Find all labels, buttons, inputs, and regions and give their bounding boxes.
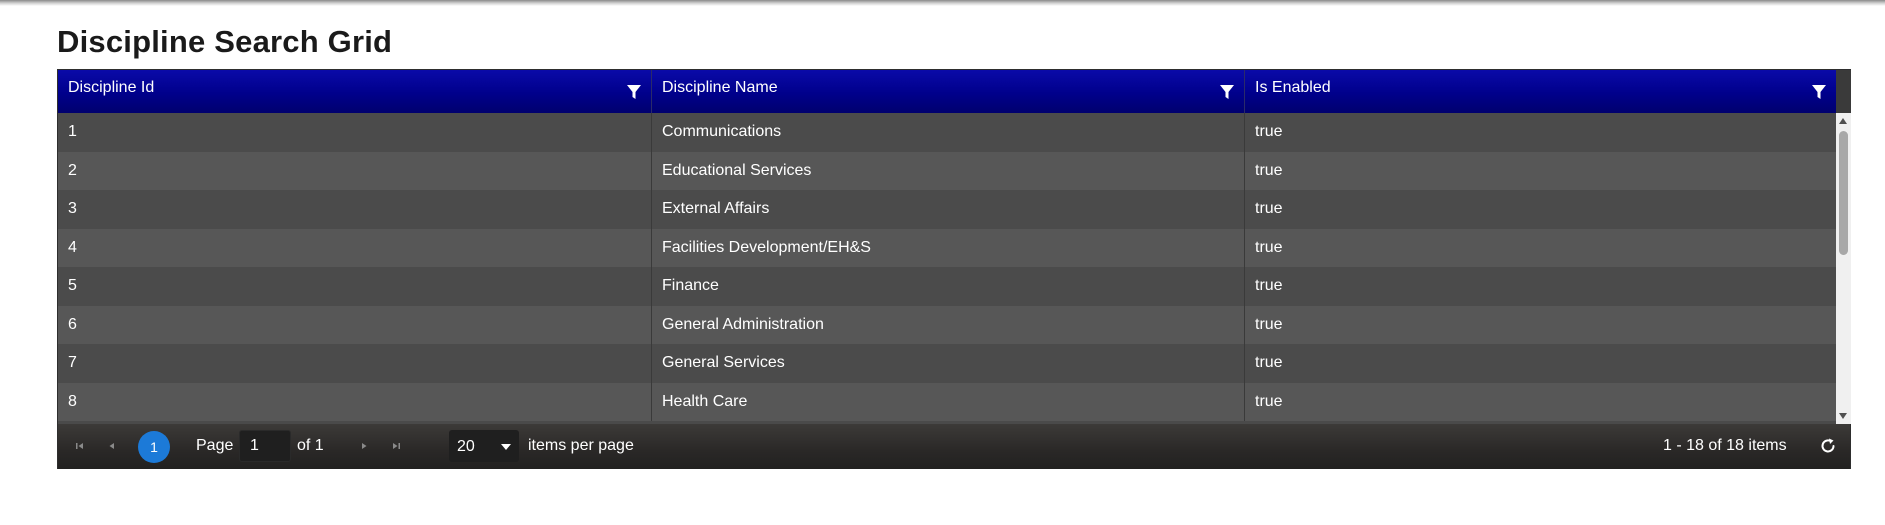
cell-discipline-name: Finance [652, 267, 1245, 306]
header-gutter [1836, 70, 1851, 113]
column-header-discipline-id[interactable]: Discipline Id [58, 70, 652, 113]
scroll-down-arrow-icon[interactable] [1839, 413, 1847, 419]
cell-discipline-name: Facilities Development/EH&S [652, 228, 1245, 267]
page-title: Discipline Search Grid [57, 24, 393, 59]
cell-discipline-name: Communications [652, 113, 1245, 152]
cell-is-enabled: true [1255, 123, 1283, 140]
grid-pager: 1 Page 1 of 1 20 items per page 1 - 18 o… [58, 424, 1850, 469]
filter-icon[interactable] [1812, 84, 1826, 100]
pager-summary: 1 - 18 of 18 items [1663, 437, 1787, 454]
cell-is-enabled: true [1255, 200, 1283, 217]
table-row[interactable]: 6 General Administration true [58, 305, 1836, 344]
scrollbar-thumb[interactable] [1839, 131, 1848, 255]
cell-is-enabled: true [1255, 392, 1283, 410]
current-page-button[interactable]: 1 [138, 431, 170, 463]
cell-is-enabled: true [1255, 315, 1283, 333]
table-row[interactable]: 8 Health Care true [58, 382, 1836, 421]
page-number-input[interactable]: 1 [239, 430, 291, 462]
items-per-page-label: items per page [528, 437, 634, 454]
refresh-icon[interactable] [1818, 436, 1838, 456]
cell-discipline-id: 8 [58, 382, 652, 421]
cell-discipline-id: 6 [58, 305, 652, 344]
table-row[interactable]: 2 Educational Services true [58, 151, 1836, 190]
cell-discipline-name: General Services [652, 344, 1245, 383]
next-page-button[interactable] [350, 432, 378, 460]
page-of-label: of 1 [297, 437, 324, 454]
cell-is-enabled: true [1255, 354, 1283, 371]
column-header-is-enabled[interactable]: Is Enabled [1245, 70, 1836, 113]
page-size-value: 20 [457, 438, 475, 455]
cell-discipline-name: Educational Services [652, 151, 1245, 190]
page-label: Page [196, 437, 234, 454]
page-size-dropdown[interactable]: 20 [449, 430, 519, 462]
last-page-icon [393, 443, 400, 449]
next-page-icon [362, 443, 367, 449]
filter-icon[interactable] [627, 84, 641, 100]
cell-discipline-id: 3 [58, 190, 652, 229]
scroll-up-arrow-icon[interactable] [1839, 118, 1847, 124]
grid-body: 1 Communications true 2 Educational Serv… [58, 113, 1836, 424]
cell-is-enabled: true [1255, 277, 1283, 294]
cell-discipline-name: General Administration [652, 305, 1245, 344]
discipline-grid: Discipline Id Discipline Name Is Enabled… [57, 69, 1851, 469]
column-header-label: Discipline Name [662, 79, 778, 96]
previous-page-icon [109, 443, 114, 449]
top-shadow [0, 0, 1885, 6]
column-header-discipline-name[interactable]: Discipline Name [652, 70, 1245, 113]
filter-icon[interactable] [1220, 84, 1234, 100]
previous-page-button[interactable] [98, 432, 126, 460]
last-page-button[interactable] [382, 432, 410, 460]
cell-discipline-name: Health Care [652, 382, 1245, 421]
cell-discipline-id: 2 [58, 151, 652, 190]
cell-discipline-id: 5 [58, 267, 652, 306]
cell-is-enabled: true [1255, 238, 1283, 256]
vertical-scrollbar[interactable] [1836, 113, 1851, 424]
first-page-button[interactable] [66, 432, 94, 460]
cell-discipline-id: 7 [58, 344, 652, 383]
first-page-icon [76, 443, 83, 449]
chevron-down-icon [501, 444, 511, 450]
table-row[interactable]: 3 External Affairs true [58, 190, 1836, 229]
table-row[interactable]: 7 General Services true [58, 344, 1836, 383]
table-row[interactable]: 4 Facilities Development/EH&S true [58, 228, 1836, 267]
column-header-label: Is Enabled [1255, 79, 1331, 96]
cell-is-enabled: true [1255, 161, 1283, 179]
grid-header: Discipline Id Discipline Name Is Enabled [58, 70, 1836, 113]
table-row[interactable]: 5 Finance true [58, 267, 1836, 306]
column-header-label: Discipline Id [68, 79, 155, 96]
cell-discipline-id: 4 [58, 228, 652, 267]
cell-discipline-name: External Affairs [652, 190, 1245, 229]
cell-discipline-id: 1 [58, 113, 652, 152]
table-row[interactable]: 1 Communications true [58, 113, 1836, 152]
